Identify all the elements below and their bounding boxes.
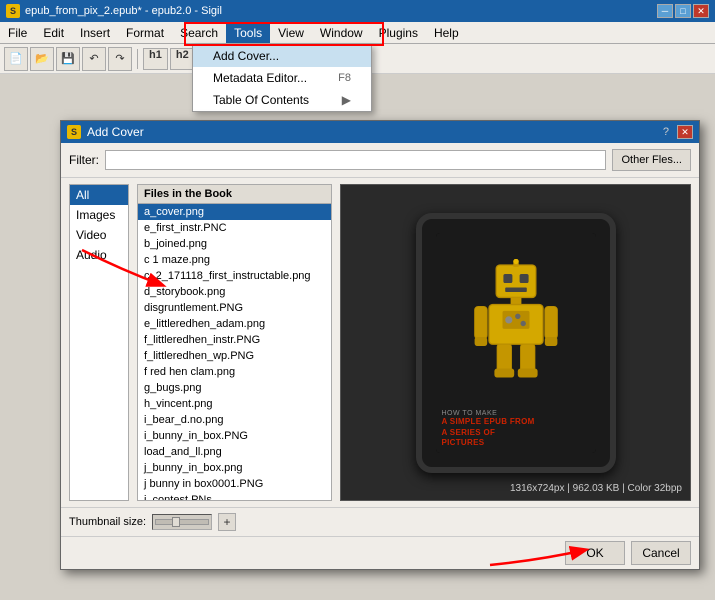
file-item-f-red[interactable]: f red hen clam.png xyxy=(138,364,331,380)
dialog-footer: OK Cancel xyxy=(61,536,699,569)
cancel-button[interactable]: Cancel xyxy=(631,541,691,565)
file-item-disgrunt[interactable]: disgruntlement.PNG xyxy=(138,300,331,316)
preview-panel: HOW TO MAKE A SIMPLE EPUB FROMA SERIES O… xyxy=(340,184,691,501)
menu-tools[interactable]: Tools xyxy=(226,22,270,43)
left-panel: All Images Video Audio Files in the Book… xyxy=(69,184,332,501)
thumbnail-label: Thumbnail size: xyxy=(69,516,146,528)
dialog-icon: S xyxy=(67,125,81,139)
menu-insert[interactable]: Insert xyxy=(72,22,118,43)
category-list: All Images Video Audio xyxy=(69,184,129,501)
new-button[interactable]: 📄 xyxy=(4,47,28,71)
thumbnail-add-button[interactable]: + xyxy=(218,513,236,531)
menu-help[interactable]: Help xyxy=(426,22,467,43)
menu-file[interactable]: File xyxy=(0,22,35,43)
robot-area xyxy=(436,233,596,407)
file-list-header: Files in the Book xyxy=(138,185,331,204)
menu-search[interactable]: Search xyxy=(172,22,226,43)
menu-window[interactable]: Window xyxy=(312,22,371,43)
thumbnail-slider[interactable] xyxy=(152,514,212,530)
file-item-load[interactable]: load_and_ll.png xyxy=(138,444,331,460)
window-controls: ─ □ ✕ xyxy=(657,4,709,18)
menu-view[interactable]: View xyxy=(270,22,312,43)
ok-button[interactable]: OK xyxy=(565,541,625,565)
dialog-help[interactable]: ? xyxy=(663,126,669,138)
minimize-button[interactable]: ─ xyxy=(657,4,673,18)
file-item-f-instr[interactable]: f_littleredhen_instr.PNG xyxy=(138,332,331,348)
undo-button[interactable]: ↶ xyxy=(82,47,106,71)
file-item-i-bunny[interactable]: i_bunny_in_box.PNG xyxy=(138,428,331,444)
tools-dropdown: Add Cover... Metadata Editor... F8 Table… xyxy=(192,44,372,112)
menu-table-of-contents[interactable]: Table Of Contents ▶ xyxy=(193,89,371,111)
filter-label: Filter: xyxy=(69,153,99,167)
title-bar: S epub_from_pix_2.epub* - epub2.0 - Sigi… xyxy=(0,0,715,22)
dialog-title: Add Cover xyxy=(87,125,663,139)
file-item-j-contest[interactable]: j_contest.PNs xyxy=(138,492,331,500)
menu-edit[interactable]: Edit xyxy=(35,22,72,43)
slider-track xyxy=(155,519,209,525)
file-item-j-bunny0001[interactable]: j bunny in box0001.PNG xyxy=(138,476,331,492)
slider-thumb[interactable] xyxy=(172,517,180,527)
thumbnail-row: Thumbnail size: + xyxy=(61,507,699,536)
file-item-c2-first[interactable]: c_2_171118_first_instructable.png xyxy=(138,268,331,284)
close-button[interactable]: ✕ xyxy=(693,4,709,18)
file-item-h-vincent[interactable]: h_vincent.png xyxy=(138,396,331,412)
category-all[interactable]: All xyxy=(70,185,128,205)
file-item-c1-maze[interactable]: c 1 maze.png xyxy=(138,252,331,268)
file-list-container: Files in the Book a_cover.png e_first_in… xyxy=(137,184,332,501)
add-cover-dialog: S Add Cover ? ✕ Filter: Other Fles... Al… xyxy=(60,120,700,570)
file-item-f-wp[interactable]: f_littleredhen_wp.PNG xyxy=(138,348,331,364)
image-info: 1316x724px | 962.03 KB | Color 32bpp xyxy=(510,483,682,494)
file-item-d-storybook[interactable]: d_storybook.png xyxy=(138,284,331,300)
file-list[interactable]: a_cover.png e_first_instr.PNC b_joined.p… xyxy=(138,204,331,500)
app-icon: S xyxy=(6,4,20,18)
robot-svg xyxy=(471,259,561,379)
category-images[interactable]: Images xyxy=(70,205,128,225)
file-item-b-joined[interactable]: b_joined.png xyxy=(138,236,331,252)
toolbar-sep-1 xyxy=(137,49,138,69)
open-button[interactable]: 📂 xyxy=(30,47,54,71)
file-item-e-first[interactable]: e_first_instr.PNC xyxy=(138,220,331,236)
heading-h1[interactable]: h1 xyxy=(143,48,168,70)
dialog-title-bar: S Add Cover ? ✕ xyxy=(61,121,699,143)
tablet-mockup: HOW TO MAKE A SIMPLE EPUB FROMA SERIES O… xyxy=(416,213,616,473)
app-title: epub_from_pix_2.epub* - epub2.0 - Sigil xyxy=(25,5,657,17)
filter-input[interactable] xyxy=(105,150,606,170)
cover-how-to-make: HOW TO MAKE xyxy=(442,410,590,417)
file-item-a-cover[interactable]: a_cover.png xyxy=(138,204,331,220)
heading-h2[interactable]: h2 xyxy=(170,48,195,70)
dialog-close-button[interactable]: ✕ xyxy=(677,125,693,139)
dialog-body: Filter: Other Fles... All Images Video A… xyxy=(61,143,699,569)
menu-bar: File Edit Insert Format Search Tools Vie… xyxy=(0,22,715,44)
file-item-j-bunny[interactable]: j_bunny_in_box.png xyxy=(138,460,331,476)
cover-title-text: A SIMPLE EPUB FROMA SERIES OFPICTURES xyxy=(442,417,590,448)
dialog-main: All Images Video Audio Files in the Book… xyxy=(61,178,699,507)
file-item-i-bear[interactable]: i_bear_d.no.png xyxy=(138,412,331,428)
maximize-button[interactable]: □ xyxy=(675,4,691,18)
menu-add-cover[interactable]: Add Cover... xyxy=(193,45,371,67)
menu-format[interactable]: Format xyxy=(118,22,172,43)
category-video[interactable]: Video xyxy=(70,225,128,245)
other-files-button[interactable]: Other Fles... xyxy=(612,149,691,171)
cover-text-area: HOW TO MAKE A SIMPLE EPUB FROMA SERIES O… xyxy=(436,406,596,452)
filter-row: Filter: Other Fles... xyxy=(61,143,699,178)
save-button[interactable]: 💾 xyxy=(56,47,80,71)
file-item-g-bugs[interactable]: g_bugs.png xyxy=(138,380,331,396)
menu-plugins[interactable]: Plugins xyxy=(371,22,426,43)
redo-button[interactable]: ↷ xyxy=(108,47,132,71)
menu-metadata-editor[interactable]: Metadata Editor... F8 xyxy=(193,67,371,89)
tablet-screen: HOW TO MAKE A SIMPLE EPUB FROMA SERIES O… xyxy=(436,233,596,453)
file-item-e-adam[interactable]: e_littleredhen_adam.png xyxy=(138,316,331,332)
category-audio[interactable]: Audio xyxy=(70,245,128,265)
